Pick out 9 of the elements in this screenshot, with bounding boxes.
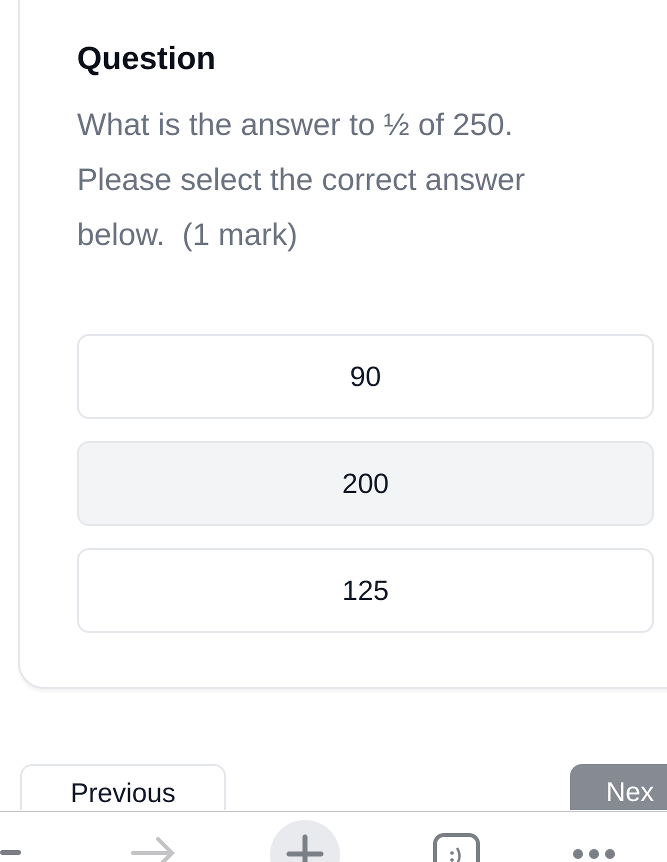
plus-icon[interactable]	[270, 820, 340, 862]
tabs-icon[interactable]	[432, 832, 482, 862]
answer-option[interactable]: 90	[77, 334, 654, 419]
question-heading: Question	[77, 39, 217, 78]
question-text: What is the answer to ½ of 250. Please select the correct answer below. (1 mark)	[77, 106, 526, 254]
answer-option[interactable]: 125	[77, 548, 654, 633]
previous-button[interactable]: Previous	[20, 764, 226, 810]
answer-option[interactable]: 200	[77, 441, 654, 526]
more-icon[interactable]	[572, 848, 617, 860]
